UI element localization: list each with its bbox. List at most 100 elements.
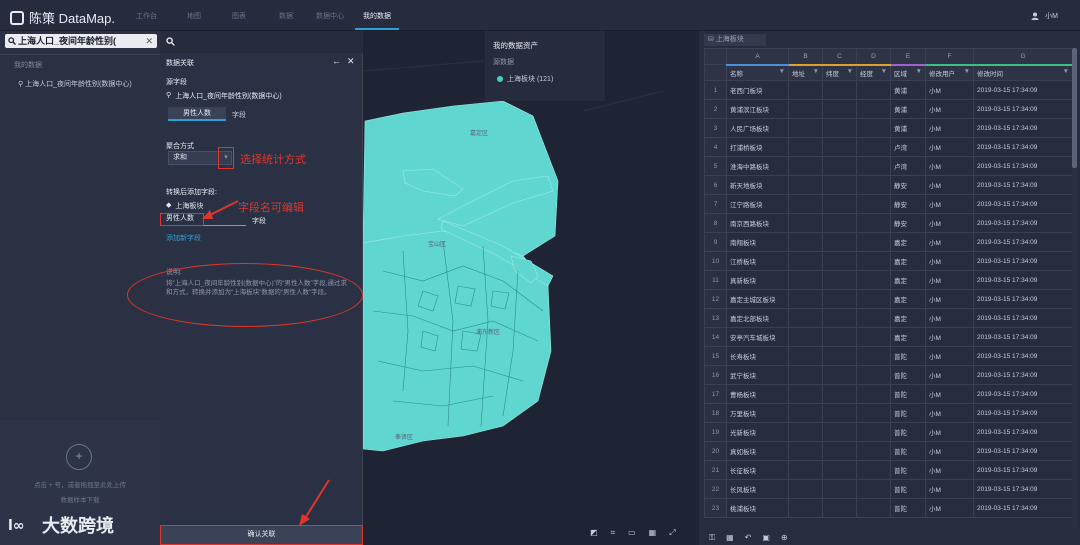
table-cell[interactable]: 2019-03-15 17:34:09 xyxy=(973,365,1072,385)
table-cell[interactable] xyxy=(856,289,891,309)
table-cell[interactable]: 小M xyxy=(925,384,974,404)
column-header[interactable]: 修改时间 ▼ xyxy=(973,64,1072,81)
table-cell[interactable]: 卢湾 xyxy=(890,137,926,157)
scrollbar-thumb[interactable] xyxy=(1072,48,1077,168)
upload-plus-button[interactable]: + xyxy=(66,444,92,470)
table-cell[interactable]: 黄浦 xyxy=(890,80,926,100)
dataset-list-item[interactable]: ⚲ 上海人口_夜间年龄性别(数据中心) xyxy=(18,79,132,89)
field-chip-male-count[interactable]: 男性人数 xyxy=(168,107,226,121)
table-row[interactable]: 13 嘉定北部板块 嘉定 小M 2019-03-15 17:34:09 xyxy=(704,308,1072,328)
table-cell[interactable]: 黄浦滨江板块 xyxy=(726,99,789,119)
column-letter[interactable]: F xyxy=(925,48,974,66)
table-cell[interactable] xyxy=(788,175,823,195)
table-row[interactable]: 14 安亭汽车城板块 嘉定 小M 2019-03-15 17:34:09 xyxy=(704,327,1072,347)
table-row[interactable]: 4 打浦桥板块 卢湾 小M 2019-03-15 17:34:09 xyxy=(704,137,1072,157)
table-cell[interactable]: 2019-03-15 17:34:09 xyxy=(973,327,1072,347)
table-row[interactable]: 18 万里板块 普陀 小M 2019-03-15 17:34:09 xyxy=(704,403,1072,423)
table-row[interactable]: 23 桃浦板块 普陀 小M 2019-03-15 17:34:09 xyxy=(704,498,1072,518)
filter-icon[interactable]: ▼ xyxy=(916,68,922,75)
table-cell[interactable]: 小M xyxy=(925,175,974,195)
filter-icon[interactable]: ▼ xyxy=(847,68,853,75)
table-cell[interactable]: 嘉定 xyxy=(890,251,926,271)
table-cell[interactable]: 嘉定 xyxy=(890,232,926,252)
nav-item-my-data[interactable]: 我的数据 xyxy=(363,11,391,21)
table-cell[interactable] xyxy=(788,327,823,347)
search-input[interactable]: 上海人口_夜间年龄性别( ✕ xyxy=(5,34,157,48)
table-cell[interactable]: 长风板块 xyxy=(726,479,789,499)
column-header[interactable]: 地址 ▼ xyxy=(788,64,823,81)
table-cell[interactable] xyxy=(856,251,891,271)
table-cell[interactable] xyxy=(788,479,823,499)
table-cell[interactable]: 嘉定北部板块 xyxy=(726,308,789,328)
table-cell[interactable] xyxy=(822,479,857,499)
table-cell[interactable] xyxy=(856,232,891,252)
table-cell[interactable] xyxy=(788,441,823,461)
nav-item-map[interactable]: 地图 xyxy=(187,11,201,21)
column-header[interactable]: 修改用户 ▼ xyxy=(925,64,974,81)
table-cell[interactable]: 普陀 xyxy=(890,441,926,461)
table-cell[interactable]: 2019-03-15 17:34:09 xyxy=(973,175,1072,195)
table-cell[interactable]: 小M xyxy=(925,346,974,366)
table-cell[interactable]: 黄浦 xyxy=(890,118,926,138)
nav-item-data[interactable]: 数据 xyxy=(279,11,293,21)
table-cell[interactable]: 嘉定 xyxy=(890,270,926,290)
map-style-icon[interactable]: ◩ xyxy=(590,528,598,538)
filter-icon[interactable]: ▼ xyxy=(964,68,970,75)
table-cell[interactable]: 普陀 xyxy=(890,460,926,480)
table-cell[interactable] xyxy=(788,498,823,518)
table-cell[interactable] xyxy=(788,270,823,290)
column-letter[interactable]: E xyxy=(890,48,926,66)
table-cell[interactable] xyxy=(822,156,857,176)
filter-icon[interactable]: ▼ xyxy=(881,68,887,75)
table-cell[interactable]: 2019-03-15 17:34:09 xyxy=(973,289,1072,309)
table-cell[interactable]: 桃浦板块 xyxy=(726,498,789,518)
save-icon[interactable]: ▣ xyxy=(762,533,770,543)
table-cell[interactable] xyxy=(856,384,891,404)
table-row[interactable]: 19 光新板块 普陀 小M 2019-03-15 17:34:09 xyxy=(704,422,1072,442)
add-field-link[interactable]: 添加新字段 xyxy=(166,233,201,243)
table-cell[interactable]: 2019-03-15 17:34:09 xyxy=(973,479,1072,499)
table-cell[interactable] xyxy=(856,118,891,138)
field-tab[interactable]: 字段 xyxy=(232,110,246,120)
table-cell[interactable] xyxy=(822,346,857,366)
table-cell[interactable]: 小M xyxy=(925,460,974,480)
table-cell[interactable] xyxy=(788,460,823,480)
nav-item-data-center[interactable]: 数据中心 xyxy=(316,11,344,21)
table-cell[interactable]: 小M xyxy=(925,289,974,309)
sheet-tab[interactable]: ⛁ 上海板块 xyxy=(704,34,766,46)
table-row[interactable]: 5 淮海中路板块 卢湾 小M 2019-03-15 17:34:09 xyxy=(704,156,1072,176)
grid-icon[interactable]: ▦ xyxy=(726,533,734,543)
table-cell[interactable] xyxy=(822,80,857,100)
filter-icon[interactable]: ▼ xyxy=(779,68,785,75)
table-cell[interactable] xyxy=(822,232,857,252)
table-cell[interactable] xyxy=(856,498,891,518)
table-row[interactable]: 16 武宁板块 普陀 小M 2019-03-15 17:34:09 xyxy=(704,365,1072,385)
table-cell[interactable]: 2019-03-15 17:34:09 xyxy=(973,251,1072,271)
column-letter[interactable]: A xyxy=(726,48,789,66)
table-cell[interactable]: 小M xyxy=(925,422,974,442)
table-cell[interactable] xyxy=(856,137,891,157)
column-letter[interactable]: B xyxy=(788,48,823,66)
table-cell[interactable] xyxy=(788,422,823,442)
app-logo[interactable]: 陈策 DataMap. xyxy=(10,8,115,27)
table-cell[interactable]: 黄浦 xyxy=(890,99,926,119)
table-cell[interactable]: 小M xyxy=(925,270,974,290)
column-header[interactable]: 名称 ▼ xyxy=(726,64,789,81)
table-cell[interactable]: 真新板块 xyxy=(726,270,789,290)
sample-download-link[interactable]: 数据样本下载 xyxy=(0,494,160,504)
table-row[interactable]: 1 老西门板块 黄浦 小M 2019-03-15 17:34:09 xyxy=(704,80,1072,100)
table-cell[interactable] xyxy=(856,422,891,442)
table-cell[interactable]: 真如板块 xyxy=(726,441,789,461)
globe-icon[interactable]: ⊕ xyxy=(781,533,788,543)
table-cell[interactable]: 2019-03-15 17:34:09 xyxy=(973,137,1072,157)
table-cell[interactable] xyxy=(856,99,891,119)
table-cell[interactable]: 南翔板块 xyxy=(726,232,789,252)
table-cell[interactable]: 小M xyxy=(925,213,974,233)
table-cell[interactable] xyxy=(856,194,891,214)
table-cell[interactable]: 南京西路板块 xyxy=(726,213,789,233)
filter-icon[interactable]: ▼ xyxy=(1063,68,1069,75)
table-cell[interactable]: 2019-03-15 17:34:09 xyxy=(973,460,1072,480)
table-cell[interactable] xyxy=(822,194,857,214)
table-cell[interactable] xyxy=(822,365,857,385)
table-cell[interactable]: 长征板块 xyxy=(726,460,789,480)
